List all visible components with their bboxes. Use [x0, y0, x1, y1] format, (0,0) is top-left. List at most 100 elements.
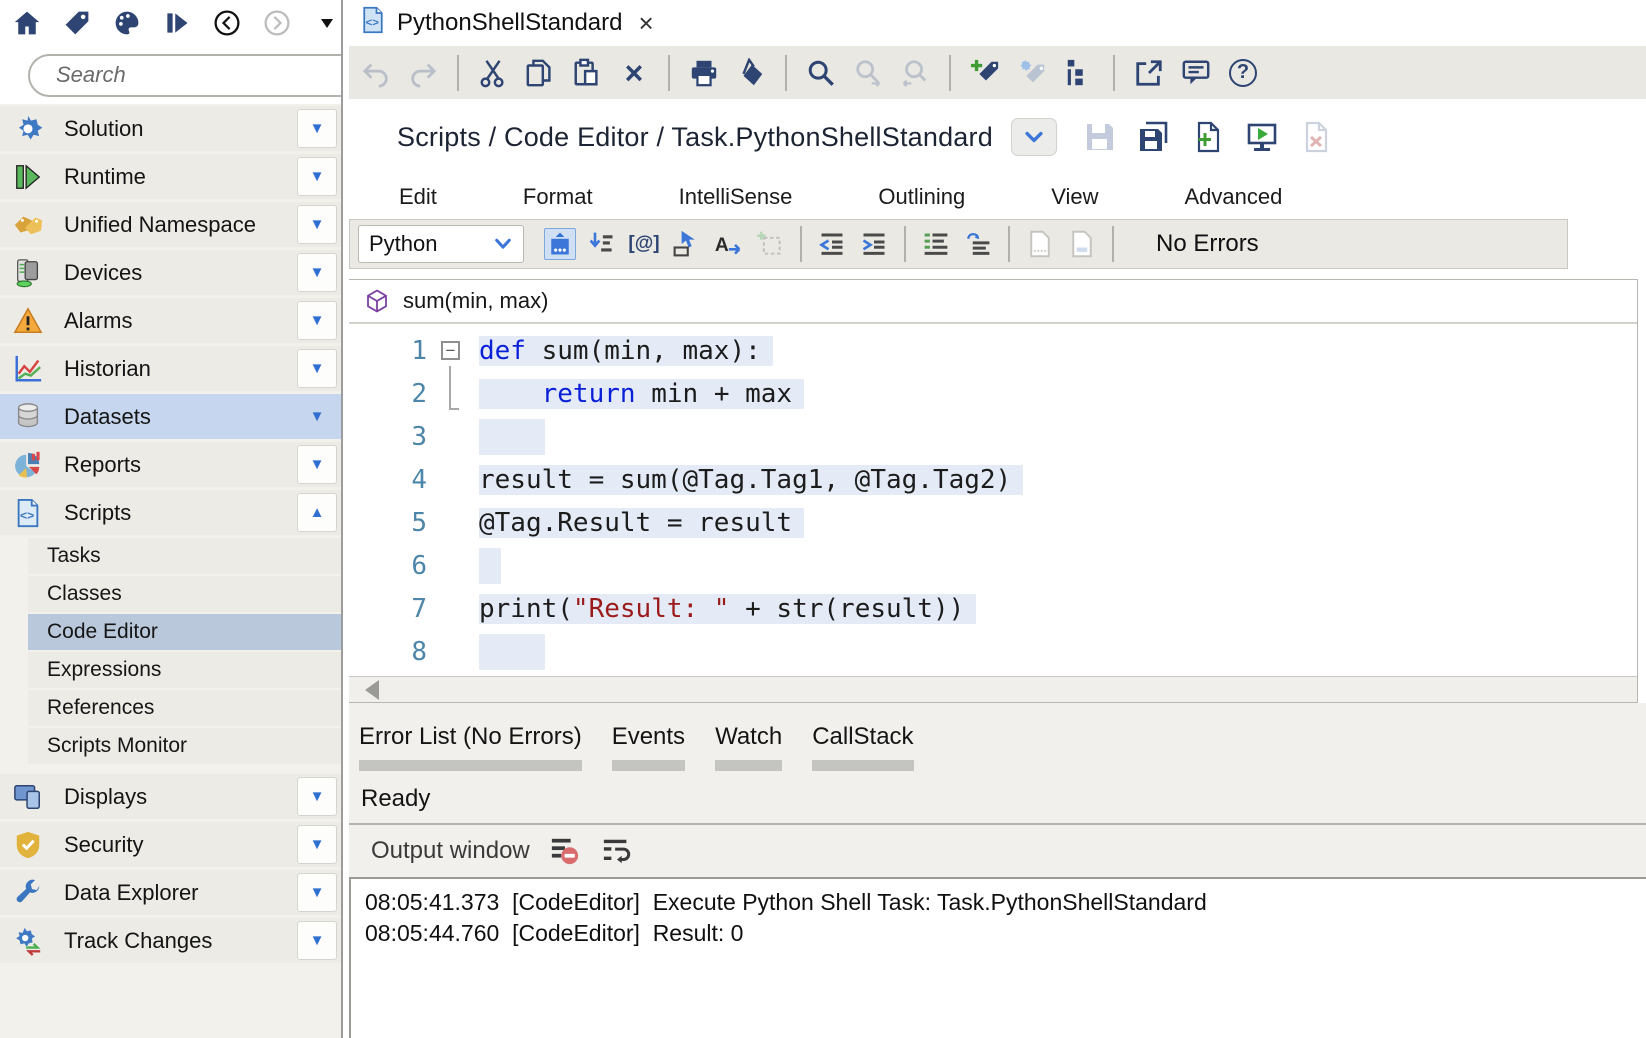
horizontal-scrollbar[interactable]: [349, 676, 1637, 702]
code-line-5[interactable]: 5@Tag.Result = result: [349, 501, 1637, 544]
help-icon[interactable]: ?: [1226, 56, 1260, 90]
sidebar-item-data-explorer[interactable]: Data Explorer▼: [0, 870, 341, 915]
sidebar-item-reports[interactable]: Reports▼: [0, 442, 341, 487]
uncomment-lines-icon[interactable]: [962, 228, 994, 260]
code-navigation-bar[interactable]: sum(min, max): [349, 280, 1637, 324]
panel-tab-watch[interactable]: Watch: [715, 723, 782, 771]
sidebar-item-solution[interactable]: Solution▼: [0, 106, 341, 151]
cut-icon[interactable]: [476, 56, 510, 90]
code-line-8[interactable]: 8: [349, 630, 1637, 673]
code-line-4[interactable]: 4result = sum(@Tag.Tag1, @Tag.Tag2): [349, 458, 1637, 501]
sidebar-subitem-code-editor[interactable]: Code Editor: [28, 614, 341, 650]
navigate-back-icon[interactable]: [212, 8, 241, 38]
palette-icon[interactable]: [112, 8, 141, 38]
search-box[interactable]: [28, 54, 341, 97]
chevron-down-icon[interactable]: ▼: [297, 253, 337, 292]
run-startup-icon[interactable]: [162, 8, 191, 38]
history-dropdown-icon[interactable]: [312, 8, 341, 38]
chevron-up-icon[interactable]: ▲: [297, 493, 337, 532]
sidebar-item-track-changes[interactable]: Track Changes▼: [0, 918, 341, 963]
panel-tab-callstack[interactable]: CallStack: [812, 723, 913, 771]
run-task-icon[interactable]: [1245, 120, 1279, 154]
paste-icon[interactable]: [570, 56, 604, 90]
sidebar-subitem-scripts-monitor[interactable]: Scripts Monitor: [28, 728, 341, 764]
word-wrap-icon[interactable]: [600, 834, 634, 868]
chevron-down-icon[interactable]: ▼: [297, 109, 337, 148]
chevron-down-icon[interactable]: ▼: [297, 777, 337, 816]
panel-tab-error-list-no-errors[interactable]: Error List (No Errors): [359, 723, 582, 771]
print-icon[interactable]: [687, 56, 721, 90]
code-line-3[interactable]: 3: [349, 415, 1637, 458]
tab-close-icon[interactable]: ×: [639, 10, 654, 36]
home-icon[interactable]: [12, 8, 41, 38]
redo-icon[interactable]: [406, 56, 440, 90]
new-document-icon[interactable]: [1191, 120, 1225, 154]
find-next-icon[interactable]: [851, 56, 885, 90]
surround-with-icon[interactable]: [754, 228, 786, 260]
completion-mode-icon[interactable]: [544, 228, 576, 260]
hierarchy-icon[interactable]: [1062, 56, 1096, 90]
chevron-down-icon[interactable]: ▼: [297, 825, 337, 864]
add-tag-icon[interactable]: [968, 56, 1002, 90]
chevron-down-icon[interactable]: ▼: [297, 921, 337, 960]
menu-view[interactable]: View: [1051, 184, 1098, 210]
increase-indent-icon[interactable]: [858, 228, 890, 260]
sidebar-subitem-tasks[interactable]: Tasks: [28, 538, 341, 574]
tag-icon[interactable]: [62, 8, 91, 38]
scroll-left-icon[interactable]: [365, 680, 379, 700]
delete-document-icon[interactable]: [1299, 120, 1333, 154]
sidebar-item-scripts[interactable]: <>Scripts▲: [0, 490, 341, 535]
quick-info-icon[interactable]: [670, 228, 702, 260]
document-tab[interactable]: <> PythonShellStandard ×: [349, 0, 668, 46]
format-code-icon[interactable]: [734, 56, 768, 90]
sidebar-subitem-classes[interactable]: Classes: [28, 576, 341, 612]
sidebar-item-displays[interactable]: Displays▼: [0, 774, 341, 819]
decrease-indent-icon[interactable]: [816, 228, 848, 260]
code-line-7[interactable]: 7print("Result: " + str(result)): [349, 587, 1637, 630]
code-area[interactable]: 1−def sum(min, max):2 return min + max34…: [349, 324, 1637, 676]
sidebar-item-unified-namespace[interactable]: Unified Namespace▼: [0, 202, 341, 247]
fold-collapse-icon[interactable]: −: [441, 341, 460, 360]
prev-bookmark-icon[interactable]: [1024, 228, 1056, 260]
complete-word-icon[interactable]: A: [712, 228, 744, 260]
undo-icon[interactable]: [359, 56, 393, 90]
comment-lines-icon[interactable]: [920, 228, 952, 260]
panel-tab-events[interactable]: Events: [612, 723, 685, 771]
save-icon[interactable]: [1083, 120, 1117, 154]
clear-output-icon[interactable]: [548, 834, 582, 868]
sidebar-subitem-references[interactable]: References: [28, 690, 341, 726]
chevron-down-icon[interactable]: ▼: [297, 349, 337, 388]
sidebar-item-devices[interactable]: Devices▼: [0, 250, 341, 295]
sidebar-item-datasets[interactable]: Datasets▼: [0, 394, 341, 439]
code-line-6[interactable]: 6: [349, 544, 1637, 587]
output-log[interactable]: 08:05:41.373 [CodeEditor] Execute Python…: [349, 877, 1646, 1038]
open-in-new-window-icon[interactable]: [1132, 56, 1166, 90]
feedback-icon[interactable]: [1179, 56, 1213, 90]
menu-intellisense[interactable]: IntelliSense: [679, 184, 793, 210]
sidebar-item-runtime[interactable]: Runtime▼: [0, 154, 341, 199]
menu-edit[interactable]: Edit: [399, 184, 437, 210]
parameter-info-icon[interactable]: [586, 228, 618, 260]
navigate-forward-icon[interactable]: [262, 8, 291, 38]
sidebar-subitem-expressions[interactable]: Expressions: [28, 652, 341, 688]
chevron-down-icon[interactable]: ▼: [297, 157, 337, 196]
chevron-down-icon[interactable]: ▼: [297, 445, 337, 484]
save-all-icon[interactable]: [1137, 120, 1171, 154]
chevron-down-icon[interactable]: ▼: [297, 873, 337, 912]
menu-outlining[interactable]: Outlining: [878, 184, 965, 210]
code-line-2[interactable]: 2 return min + max: [349, 372, 1637, 415]
code-line-1[interactable]: 1−def sum(min, max):: [349, 329, 1637, 372]
breadcrumb-dropdown-button[interactable]: [1011, 118, 1057, 156]
menu-advanced[interactable]: Advanced: [1185, 184, 1283, 210]
sidebar-item-security[interactable]: Security▼: [0, 822, 341, 867]
menu-format[interactable]: Format: [523, 184, 593, 210]
next-bookmark-icon[interactable]: [1066, 228, 1098, 260]
copy-icon[interactable]: [523, 56, 557, 90]
chevron-down-icon[interactable]: ▼: [297, 397, 337, 436]
delete-icon[interactable]: ×: [617, 56, 651, 90]
find-previous-icon[interactable]: [898, 56, 932, 90]
list-members-icon[interactable]: [@]: [628, 228, 660, 260]
search-input[interactable]: [56, 62, 341, 88]
find-icon[interactable]: [804, 56, 838, 90]
sidebar-item-alarms[interactable]: Alarms▼: [0, 298, 341, 343]
